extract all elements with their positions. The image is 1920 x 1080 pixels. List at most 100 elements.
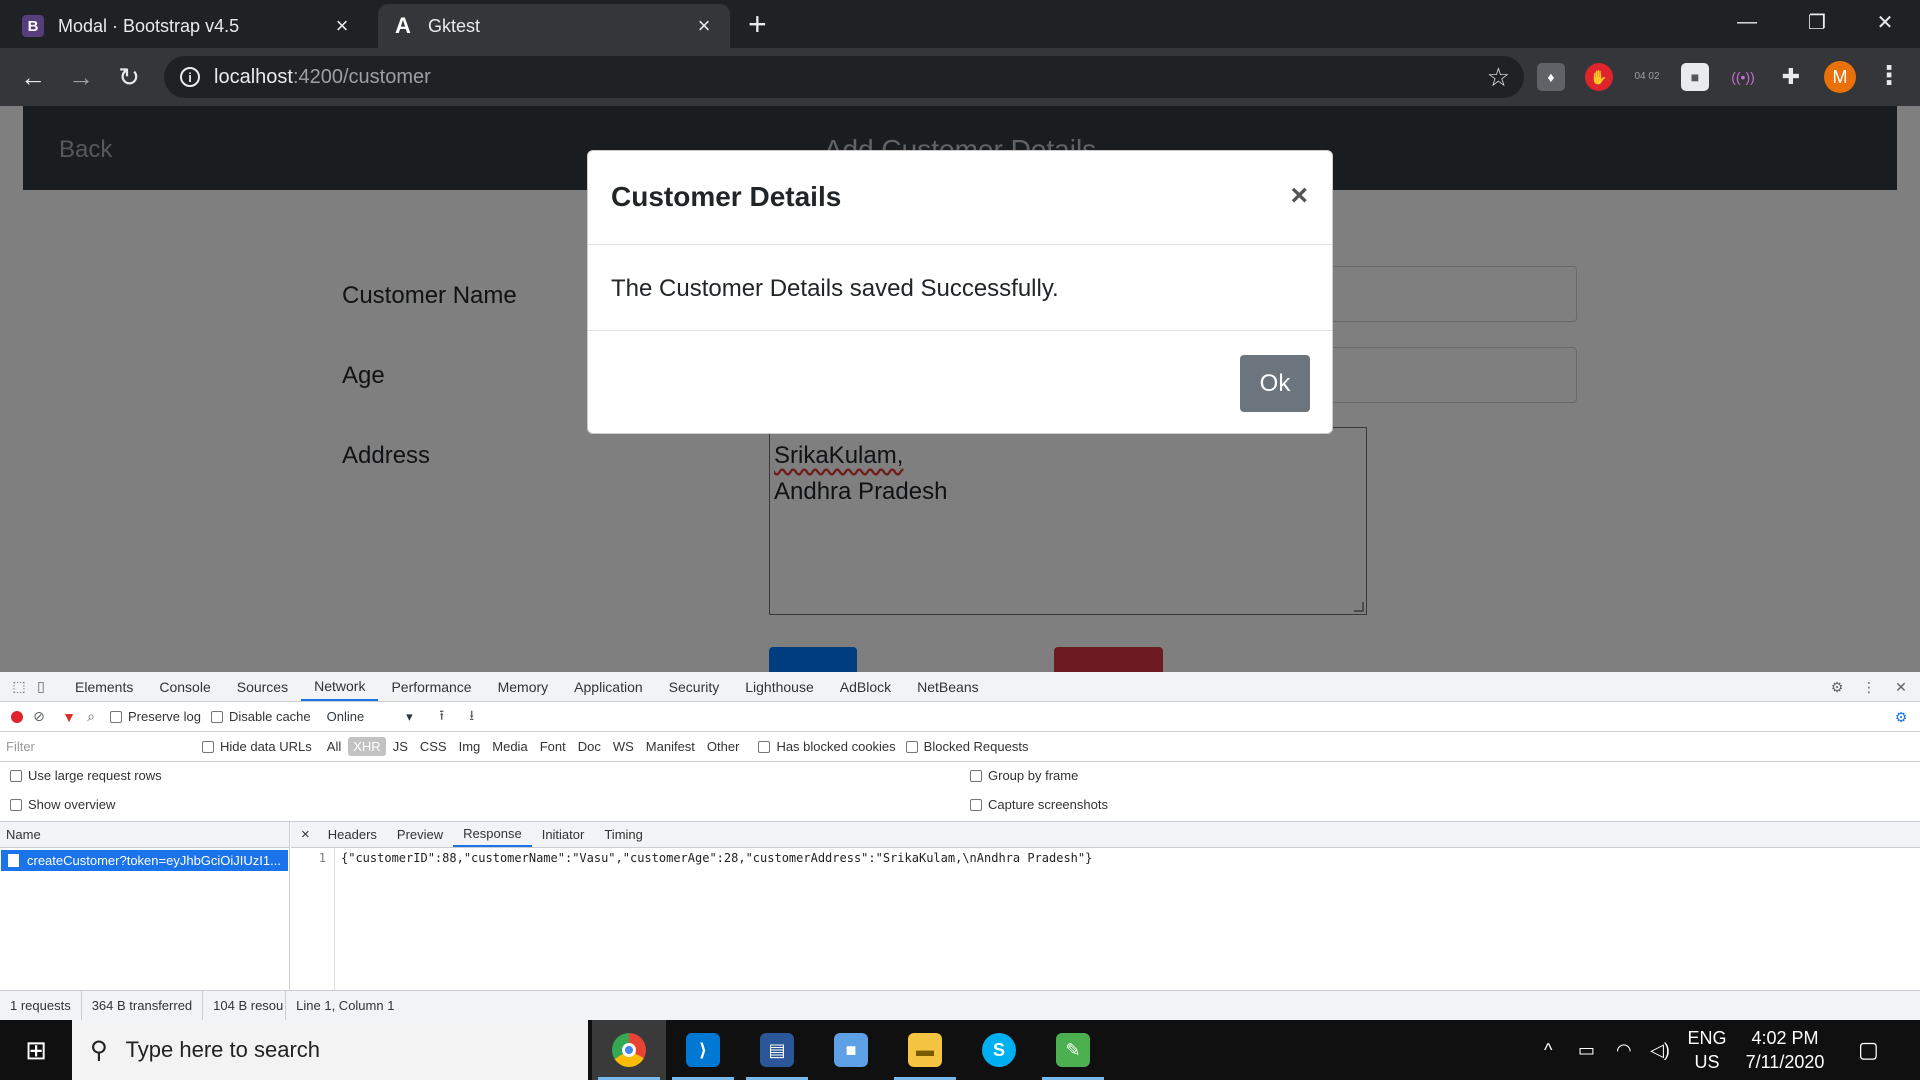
subtab-preview[interactable]: Preview	[387, 822, 453, 847]
subtab-response[interactable]: Response	[453, 822, 532, 847]
preserve-log-checkbox[interactable]: Preserve log	[110, 709, 201, 724]
taskbar-search[interactable]: ⚲ Type here to search	[72, 1020, 588, 1080]
record-icon[interactable]	[6, 706, 28, 728]
devtools-tab-lighthouse[interactable]: Lighthouse	[732, 672, 827, 701]
site-info-icon[interactable]: i	[180, 67, 200, 87]
network-settings-gear-icon[interactable]: ⚙	[1890, 706, 1912, 728]
profile-avatar[interactable]: M	[1824, 61, 1856, 93]
wifi-icon[interactable]: ◠	[1616, 1020, 1632, 1080]
resources-size: 104 B resou	[203, 991, 287, 1020]
disable-cache-checkbox[interactable]: Disable cache	[210, 709, 311, 724]
taskbar-chrome[interactable]	[592, 1020, 666, 1080]
devtools-menu-icon[interactable]: ⋮	[1858, 676, 1880, 698]
reload-icon[interactable]: ↻	[112, 60, 146, 94]
settings-gear-icon[interactable]: ⚙	[1826, 676, 1848, 698]
capture-screenshots-checkbox[interactable]: Capture screenshots	[970, 797, 1108, 812]
devtools-tab-console[interactable]: Console	[146, 672, 223, 701]
show-overview-checkbox[interactable]: Show overview	[10, 797, 115, 812]
import-har-icon[interactable]: ⭱	[431, 706, 453, 728]
language-indicator[interactable]: ENG US	[1682, 1026, 1732, 1074]
export-har-icon[interactable]: ⭳	[461, 706, 483, 728]
browser-menu-icon[interactable]: ⋮	[1876, 60, 1902, 91]
bootstrap-favicon-icon: B	[22, 15, 44, 37]
type-filter-doc[interactable]: Doc	[573, 737, 606, 756]
hide-data-urls-checkbox[interactable]: Hide data URLs	[202, 739, 312, 754]
type-filter-js[interactable]: JS	[388, 737, 413, 756]
cube-extension-icon[interactable]: ■	[1681, 63, 1709, 91]
large-rows-checkbox[interactable]: Use large request rows	[10, 768, 162, 783]
device-toolbar-icon[interactable]: ▯	[30, 676, 52, 698]
ok-button[interactable]: Ok	[1240, 355, 1310, 412]
type-filter-ws[interactable]: WS	[608, 737, 639, 756]
system-clock[interactable]: 4:02 PM 7/11/2020	[1730, 1026, 1840, 1074]
taskbar-file-explorer[interactable]: ▬	[888, 1020, 962, 1080]
taskbar-app-4[interactable]: ■	[814, 1020, 888, 1080]
type-filter-font[interactable]: Font	[535, 737, 571, 756]
notifications-icon[interactable]: ▢	[1858, 1020, 1879, 1080]
close-tab-icon[interactable]: ×	[330, 13, 354, 39]
type-filter-all[interactable]: All	[322, 737, 346, 756]
group-by-frame-checkbox[interactable]: Group by frame	[970, 768, 1078, 783]
broadcast-extension-icon[interactable]: ((•))	[1729, 63, 1757, 91]
filter-funnel-icon[interactable]: ▼	[58, 706, 80, 728]
clear-icon[interactable]: ⊘	[28, 706, 50, 728]
show-hidden-icons-icon[interactable]: ^	[1544, 1020, 1552, 1080]
type-filter-manifest[interactable]: Manifest	[641, 737, 700, 756]
request-count: 1 requests	[0, 991, 82, 1020]
filter-input[interactable]: Filter	[6, 739, 202, 754]
close-tab-icon[interactable]: ×	[692, 13, 716, 39]
devtools-tab-elements[interactable]: Elements	[62, 672, 146, 701]
bookmark-star-icon[interactable]: ☆	[1487, 62, 1510, 93]
back-arrow-icon[interactable]: ←	[16, 60, 50, 94]
taskbar-skype[interactable]: S	[962, 1020, 1036, 1080]
throttling-select[interactable]: Online ▾	[327, 709, 413, 725]
request-row[interactable]: createCustomer?token=eyJhbGciOiJIUzI1...	[1, 850, 288, 871]
modal-header: Customer Details ×	[588, 151, 1332, 245]
windows-start-icon[interactable]: ⊞	[0, 1020, 72, 1080]
extensions-puzzle-icon[interactable]: ✚	[1777, 63, 1805, 91]
taskbar-app-3[interactable]: ▤	[740, 1020, 814, 1080]
response-viewer[interactable]: 1 {"customerID":88,"customerName":"Vasu"…	[291, 848, 1920, 990]
devtools-tab-performance[interactable]: Performance	[378, 672, 484, 701]
name-column-header[interactable]: Name	[0, 822, 289, 848]
restore-icon[interactable]: ❐	[1782, 0, 1852, 44]
search-placeholder: Type here to search	[125, 1037, 321, 1062]
devtools-tab-adblock[interactable]: AdBlock	[827, 672, 904, 701]
close-details-icon[interactable]: ×	[291, 822, 318, 847]
adblock-extension-icon[interactable]: ✋	[1585, 63, 1613, 91]
inspect-element-icon[interactable]: ⬚	[8, 676, 30, 698]
taskbar-vscode[interactable]: ⟩	[666, 1020, 740, 1080]
close-devtools-icon[interactable]: ✕	[1890, 676, 1912, 698]
blocked-requests-checkbox[interactable]: Blocked Requests	[905, 739, 1028, 754]
close-window-icon[interactable]: ✕	[1850, 0, 1920, 44]
devtools-tab-netbeans[interactable]: NetBeans	[904, 672, 991, 701]
search-icon[interactable]: ⌕	[80, 706, 102, 728]
lightbulb-extension-icon[interactable]: ♦	[1537, 63, 1565, 91]
type-filter-other[interactable]: Other	[702, 737, 745, 756]
type-filter-img[interactable]: Img	[454, 737, 486, 756]
devtools-tab-application[interactable]: Application	[561, 672, 656, 701]
type-filter-media[interactable]: Media	[487, 737, 532, 756]
new-tab-plus-icon[interactable]: +	[748, 8, 767, 40]
subtab-timing[interactable]: Timing	[594, 822, 653, 847]
request-name: createCustomer?token=eyJhbGciOiJIUzI1...	[27, 853, 281, 868]
tab-gktest[interactable]: A Gktest ×	[378, 4, 730, 48]
type-filter-xhr[interactable]: XHR	[348, 737, 386, 756]
volume-icon[interactable]: ◁)	[1650, 1020, 1670, 1080]
devtools-tab-security[interactable]: Security	[656, 672, 733, 701]
devtools-tab-memory[interactable]: Memory	[485, 672, 562, 701]
subtab-initiator[interactable]: Initiator	[532, 822, 595, 847]
address-bar[interactable]: i localhost :4200/customer ☆	[164, 56, 1524, 98]
type-filter-css[interactable]: CSS	[415, 737, 452, 756]
forward-arrow-icon[interactable]: →	[64, 60, 98, 94]
devtools-tab-sources[interactable]: Sources	[224, 672, 301, 701]
extension-badge[interactable]: 04 02	[1633, 63, 1661, 91]
subtab-headers[interactable]: Headers	[318, 822, 387, 847]
devtools-tab-network[interactable]: Network	[301, 672, 379, 701]
has-blocked-cookies-checkbox[interactable]: Has blocked cookies	[758, 739, 896, 754]
tab-bootstrap-modal[interactable]: B Modal · Bootstrap v4.5 ×	[8, 4, 368, 48]
battery-icon[interactable]: ▭	[1578, 1020, 1595, 1080]
taskbar-app-7[interactable]: ✎	[1036, 1020, 1110, 1080]
minimize-icon[interactable]: —	[1712, 0, 1782, 44]
close-icon[interactable]: ×	[1290, 179, 1308, 213]
